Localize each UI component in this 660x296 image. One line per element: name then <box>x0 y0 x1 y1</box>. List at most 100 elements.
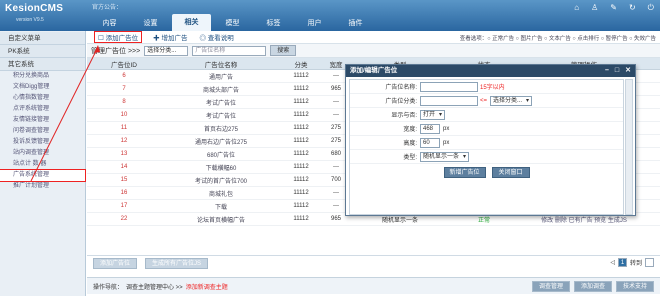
table-cell: 13 <box>120 151 128 157</box>
tab-4[interactable]: 标签 <box>254 16 293 31</box>
current-page[interactable]: 1 <box>617 258 627 267</box>
add-position-link[interactable]: ☐ 添加广告位 <box>93 31 143 43</box>
table-cell: 11112 <box>293 125 309 131</box>
minimize-icon[interactable]: – <box>605 65 609 77</box>
table-cell: 14 <box>120 164 128 170</box>
sidebar-item[interactable]: 站点计 数 器 <box>0 159 85 170</box>
table-cell: 下载 <box>214 204 227 211</box>
table-cell: 通用右边广告位275 <box>194 139 247 146</box>
category-input[interactable] <box>420 95 478 106</box>
user-icon[interactable]: ♙ <box>591 3 598 13</box>
show-select[interactable]: 打开 ▾ <box>420 109 446 120</box>
first-page-icon[interactable]: ◁ <box>610 259 615 266</box>
tab-0[interactable]: 内容 <box>90 16 129 31</box>
nav-button-2[interactable]: 技术支持 <box>615 281 654 292</box>
dialog-scrollbar[interactable] <box>625 79 633 215</box>
maximize-icon[interactable]: □ <box>615 65 619 77</box>
close-icon[interactable]: ✕ <box>625 65 631 77</box>
name-row: 广告位名称: 15字以内 <box>350 80 623 94</box>
sidebar-item[interactable]: 广告系统管理 <box>0 169 86 182</box>
type-select[interactable]: 随机显示一条 ▾ <box>420 151 470 162</box>
category-row: 广告位分类: <= 选择分类... ▾ <box>350 94 623 108</box>
category-select[interactable]: 选择分类... <box>144 45 189 56</box>
sidebar-section-2[interactable]: 其它系统 <box>0 58 85 71</box>
sidebar-item[interactable]: 文档Digg管理 <box>0 82 85 93</box>
close-dialog-button[interactable]: 关闭窗口 <box>491 166 530 178</box>
table-cell: 680广告位 <box>206 152 235 159</box>
nav-add-link[interactable]: 添加新调查主题 <box>186 282 228 291</box>
sidebar-item[interactable]: 推广计划管理 <box>0 181 85 192</box>
edit-position-dialog: 添加/编辑广告位 – □ ✕ 广告位名称: 15字以内 广告位分类: <= 选择… <box>345 64 636 216</box>
table-cell: 商城礼包 <box>208 191 233 198</box>
height-row: 高度: 60 px <box>350 136 623 150</box>
table-cell: 商城头部广告 <box>202 87 239 94</box>
dialog-buttons: 新增广告位 关闭窗口 <box>350 164 623 180</box>
goto-input[interactable] <box>645 258 654 267</box>
sidebar: 自定义菜单 PK系统 其它系统 积分兑换商品 文档Digg管理 心情指数管理 点评系统管理友… <box>0 31 86 296</box>
header-icons: ⌂ ♙ ✎ ↻ ⏻ <box>574 3 654 13</box>
nav-path[interactable]: 调查主题管理中心 >> <box>126 282 183 291</box>
view-help-link[interactable]: ◎ 查看说明 <box>199 32 233 42</box>
dialog-title: 添加/编辑广告位 – □ ✕ <box>346 65 635 77</box>
table-cell: 11112 <box>293 151 309 157</box>
sidebar-item[interactable]: 积分兑换商品 <box>0 71 85 82</box>
dialog-controls: – □ ✕ <box>605 65 631 77</box>
add-ad-link[interactable]: ✚ 增加广告 <box>153 32 187 42</box>
table-cell: 11 <box>120 125 128 131</box>
save-position-button[interactable]: 新增广告位 <box>443 166 486 178</box>
nav-button-1[interactable]: 添加调查 <box>573 281 612 292</box>
column-header: 广告位名称 <box>204 61 238 69</box>
height-input[interactable]: 60 <box>420 137 440 148</box>
sidebar-item[interactable]: 点评系统管理 <box>0 104 85 115</box>
chevron-down-icon: ▾ <box>463 153 467 160</box>
width-input[interactable]: 468 <box>420 123 440 134</box>
table-cell: 11112 <box>293 73 309 79</box>
table-cell: 11112 <box>293 190 309 196</box>
generate-js-button[interactable]: 生成所有广告位JS <box>145 257 209 269</box>
table-cell: 22 <box>120 216 128 222</box>
width-row: 宽度: 468 px <box>350 122 623 136</box>
nav-label: 操作导航： <box>93 284 124 291</box>
wrench-icon[interactable]: ✎ <box>610 3 617 13</box>
table-cell: 考试的首广告位700 <box>194 178 247 185</box>
table-cell: 16 <box>120 190 128 196</box>
power-icon[interactable]: ⏻ <box>648 3 654 13</box>
operation-nav: 操作导航： 调查主题管理中心 >> 添加新调查主题 调查管理 添加调查 技术支持 <box>87 277 660 294</box>
chevron-down-icon: ▾ <box>526 97 530 104</box>
category-dropdown[interactable]: 选择分类... ▾ <box>490 95 533 106</box>
app-logo: KesionCMS <box>5 3 64 14</box>
tab-1[interactable]: 设置 <box>131 16 170 31</box>
tab-6[interactable]: 插件 <box>336 16 375 31</box>
nav-button-0[interactable]: 调查管理 <box>531 281 570 292</box>
tab-2[interactable]: 相关 <box>172 14 211 31</box>
position-name-input[interactable]: 广告位名称 <box>192 45 267 56</box>
tab-3[interactable]: 模型 <box>213 16 252 31</box>
search-button[interactable]: 搜索 <box>270 45 297 56</box>
main-tabs: 内容 设置 相关 模型 标签 用户 插件 <box>90 14 377 31</box>
table-cell: 通用广告 <box>208 74 233 81</box>
add-position-button[interactable]: 添加广告位 <box>93 257 138 269</box>
view-options[interactable]: 查看选项：○ 正常广告 ○ 图片广告 ○ 文本广告 ○ 点击排行 ○ 暂停广告 … <box>460 34 656 42</box>
sidebar-section-1[interactable]: PK系统 <box>0 45 85 58</box>
column-header: 广告位ID <box>111 61 137 69</box>
home-icon[interactable]: ⌂ <box>574 3 579 13</box>
sidebar-item[interactable]: 站内调查管理 <box>0 148 85 159</box>
table-cell: 10 <box>120 112 128 118</box>
tab-5[interactable]: 用户 <box>295 16 334 31</box>
filter-label: 管理广告位 >>> <box>91 47 141 55</box>
sidebar-item[interactable]: 问卷调查管理 <box>0 126 85 137</box>
table-cell: 12 <box>120 138 128 144</box>
sidebar-section-0[interactable]: 自定义菜单 <box>0 32 85 45</box>
sidebar-item[interactable]: 投诉反馈管理 <box>0 137 85 148</box>
name-input[interactable] <box>420 81 478 92</box>
top-header: KesionCMS version V9.5 官方公告： 内容 设置 相关 模型 标签用… <box>0 0 660 31</box>
sidebar-item[interactable]: 心情指数管理 <box>0 93 85 104</box>
refresh-icon[interactable]: ↻ <box>629 3 636 13</box>
sidebar-item[interactable]: 友情链接管理 <box>0 115 85 126</box>
table-cell: 15 <box>120 177 128 183</box>
chevron-down-icon: ▾ <box>439 111 443 118</box>
table-cell: 11112 <box>293 112 309 118</box>
column-header: 分类 <box>294 61 308 69</box>
table-cell: 11112 <box>293 138 309 144</box>
table-cell: 17 <box>120 203 128 209</box>
